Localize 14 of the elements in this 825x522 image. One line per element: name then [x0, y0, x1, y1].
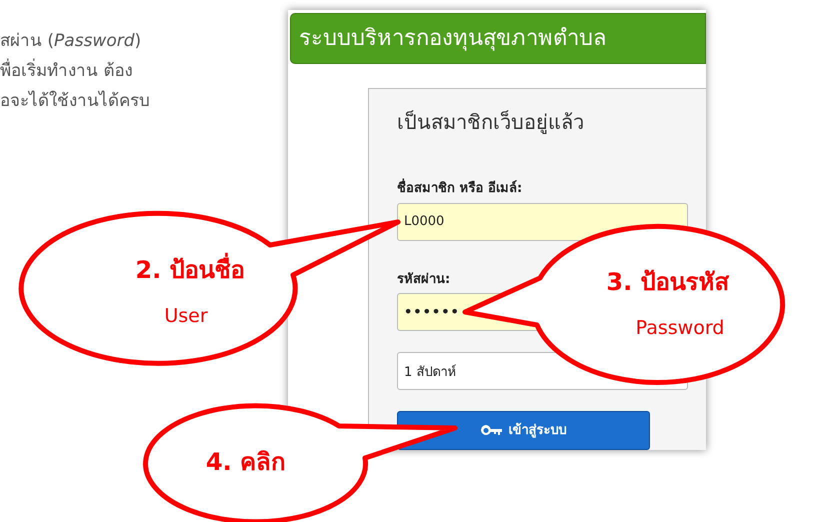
callout-title: 3. ป้อนรหัส	[606, 267, 730, 298]
instruction-text: พื่อเริ่มทำงาน ต้อง	[0, 60, 288, 82]
callout-title: 2. ป้อนชื่อ	[135, 252, 245, 288]
panel-heading: เป็นสมาชิกเว็บอยู่แล้ว	[397, 109, 584, 136]
callout-subtitle: User	[164, 304, 208, 329]
key-icon	[480, 425, 502, 436]
instruction-text: สผ่าน (Password)	[0, 30, 142, 52]
app-title-bar: ระบบบริหารกองทุนสุขภาพตำบล	[290, 13, 706, 64]
callout-title: 4. คลิก	[206, 447, 286, 478]
login-button[interactable]: เข้าสู่ระบบ	[397, 411, 650, 450]
instruction-text: อจะได้ใช้งานได้ครบ	[0, 90, 151, 112]
field-label: รหัสผ่าน:	[397, 270, 450, 288]
callout-subtitle: Password	[636, 316, 724, 341]
field-label: ชื่อสมาชิก หรือ อีเมล์:	[397, 179, 522, 198]
